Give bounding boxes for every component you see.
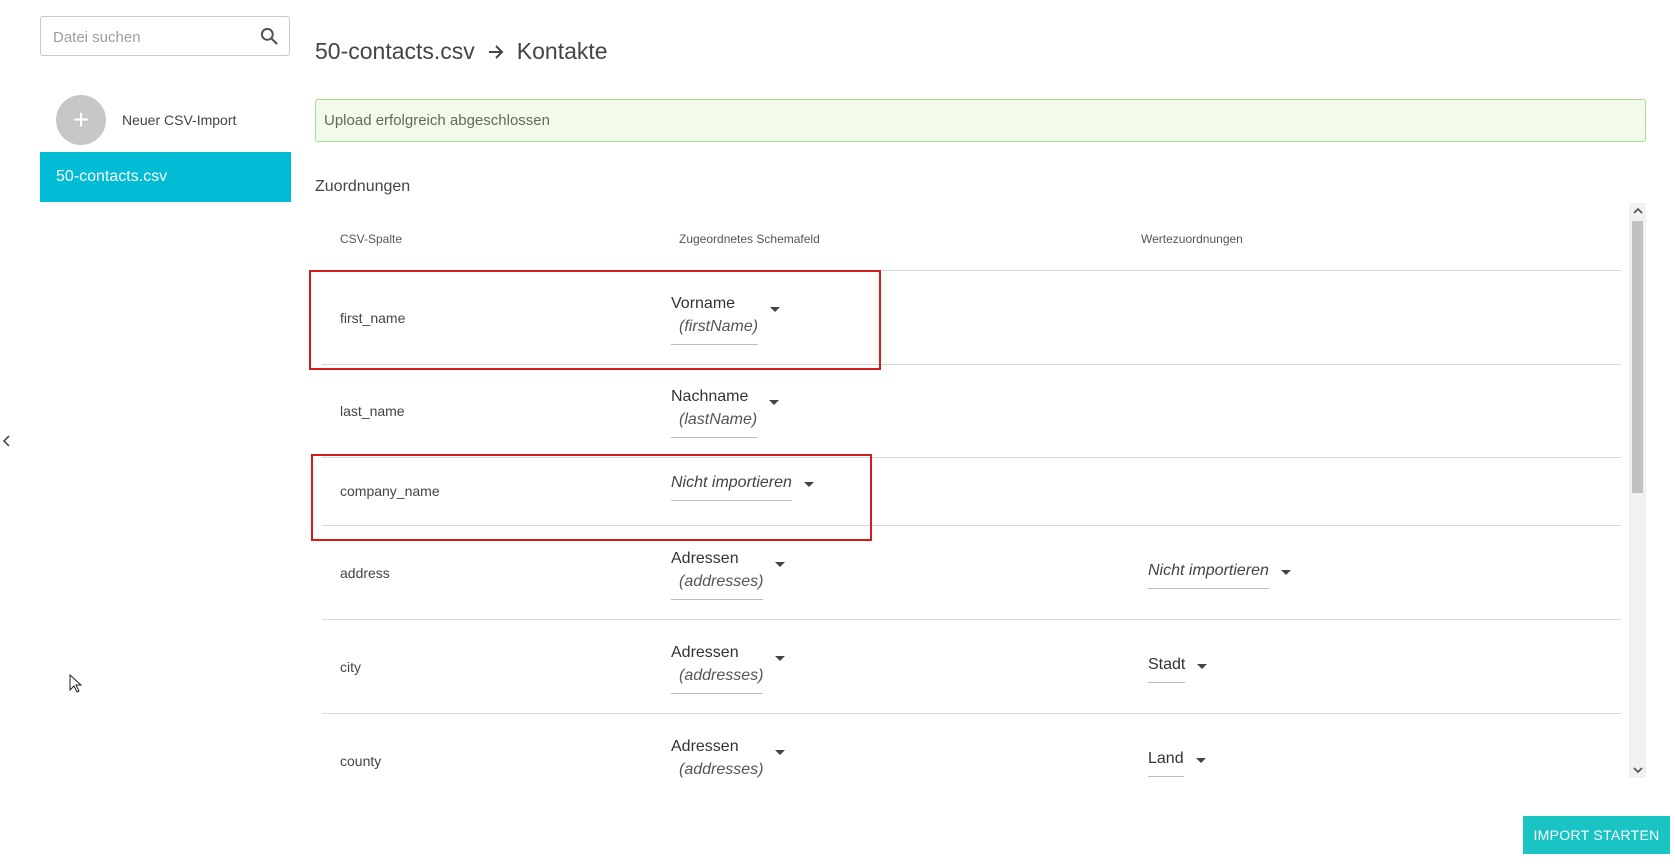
table-row: address Adressen (addresses) Nicht impor…	[322, 526, 1621, 620]
dropdown-arrow-icon[interactable]	[775, 562, 786, 567]
import-start-button[interactable]: IMPORT STARTEN	[1523, 816, 1670, 854]
schema-field-label: Nachname	[671, 388, 749, 405]
csv-column-name: county	[340, 753, 382, 769]
dropdown-arrow-icon[interactable]	[775, 656, 786, 661]
schema-field-label: Vorname	[671, 295, 736, 312]
breadcrumb-file: 50-contacts.csv	[315, 38, 475, 64]
table-row: county Adressen (addresses) Land	[322, 714, 1621, 778]
dropdown-arrow-icon[interactable]	[769, 400, 780, 405]
breadcrumb-target: Kontakte	[516, 38, 608, 64]
dropdown-arrow-icon[interactable]	[1280, 570, 1291, 575]
mouse-cursor-icon	[69, 673, 83, 699]
schema-field-key: (addresses)	[679, 761, 764, 778]
scroll-up-icon[interactable]	[1629, 203, 1646, 219]
schema-field-key: (addresses)	[679, 573, 764, 590]
dropdown-arrow-icon[interactable]	[803, 482, 814, 487]
scroll-thumb[interactable]	[1632, 221, 1643, 493]
plus-icon[interactable]: +	[56, 95, 106, 145]
table-row: first_name Vorname (firstName)	[322, 271, 1621, 365]
schema-field-select[interactable]: Nicht importieren	[671, 474, 814, 501]
schema-field-select[interactable]: Adressen (addresses)	[671, 644, 786, 694]
csv-column-name: company_name	[340, 483, 440, 499]
schema-field-select[interactable]: Adressen (addresses)	[671, 550, 786, 600]
schema-field-select[interactable]: Nachname (lastName)	[671, 388, 780, 438]
column-header-schema-field: Zugeordnetes Schemafeld	[679, 232, 820, 246]
schema-field-key: (firstName)	[679, 318, 759, 335]
schema-field-key: (lastName)	[679, 411, 758, 428]
dropdown-arrow-icon[interactable]	[1195, 758, 1206, 763]
table-scrollbar[interactable]	[1629, 203, 1646, 778]
arrow-right-icon	[487, 43, 505, 61]
value-mapping-select[interactable]: Stadt	[1148, 656, 1208, 683]
schema-field-select[interactable]: Adressen (addresses)	[671, 738, 786, 778]
success-alert: Upload erfolgreich abgeschlossen	[315, 99, 1646, 142]
table-row: last_name Nachname (lastName)	[322, 365, 1621, 458]
csv-column-name: last_name	[340, 403, 405, 419]
scroll-down-icon[interactable]	[1629, 762, 1646, 778]
table-header: CSV-Spalte Zugeordnetes Schemafeld Werte…	[315, 203, 1621, 271]
schema-field-label: Adressen	[671, 644, 739, 661]
dropdown-arrow-icon[interactable]	[1197, 664, 1208, 669]
value-mapping-select[interactable]: Nicht importieren	[1148, 562, 1291, 589]
new-csv-import-button[interactable]: + Neuer CSV-Import	[56, 95, 236, 145]
table-row: company_name Nicht importieren	[322, 458, 1621, 526]
column-header-csv: CSV-Spalte	[340, 232, 403, 246]
value-mapping-select[interactable]: Land	[1148, 750, 1206, 777]
schema-field-key: (addresses)	[679, 667, 764, 684]
value-mapping-label: Land	[1148, 750, 1184, 767]
file-item-50-contacts[interactable]: 50-contacts.csv	[40, 152, 291, 202]
new-csv-import-label: Neuer CSV-Import	[122, 112, 237, 128]
csv-column-name: first_name	[340, 310, 406, 326]
search-input[interactable]	[51, 25, 245, 49]
value-mapping-label: Nicht importieren	[1148, 562, 1269, 579]
column-header-value-mapping: Wertezuordnungen	[1141, 232, 1243, 246]
page-title: 50-contacts.csv Kontakte	[315, 38, 608, 65]
table-row: city Adressen (addresses) Stadt	[322, 620, 1621, 714]
value-mapping-label: Stadt	[1148, 656, 1186, 673]
schema-field-label: Nicht importieren	[671, 474, 792, 491]
dropdown-arrow-icon[interactable]	[770, 307, 781, 312]
search-box[interactable]	[40, 16, 290, 56]
csv-column-name: address	[340, 565, 390, 581]
csv-column-name: city	[340, 659, 361, 675]
dropdown-arrow-icon[interactable]	[775, 750, 786, 755]
file-item-label: 50-contacts.csv	[56, 168, 168, 185]
mappings-title: Zuordnungen	[315, 178, 411, 195]
mappings-table: CSV-Spalte Zugeordnetes Schemafeld Werte…	[315, 203, 1636, 778]
schema-field-label: Adressen	[671, 738, 739, 755]
schema-field-select[interactable]: Vorname (firstName)	[671, 295, 781, 345]
schema-field-label: Adressen	[671, 550, 739, 567]
search-icon[interactable]	[259, 26, 279, 46]
alert-message: Upload erfolgreich abgeschlossen	[324, 112, 550, 129]
chevron-left-icon[interactable]	[0, 432, 14, 450]
